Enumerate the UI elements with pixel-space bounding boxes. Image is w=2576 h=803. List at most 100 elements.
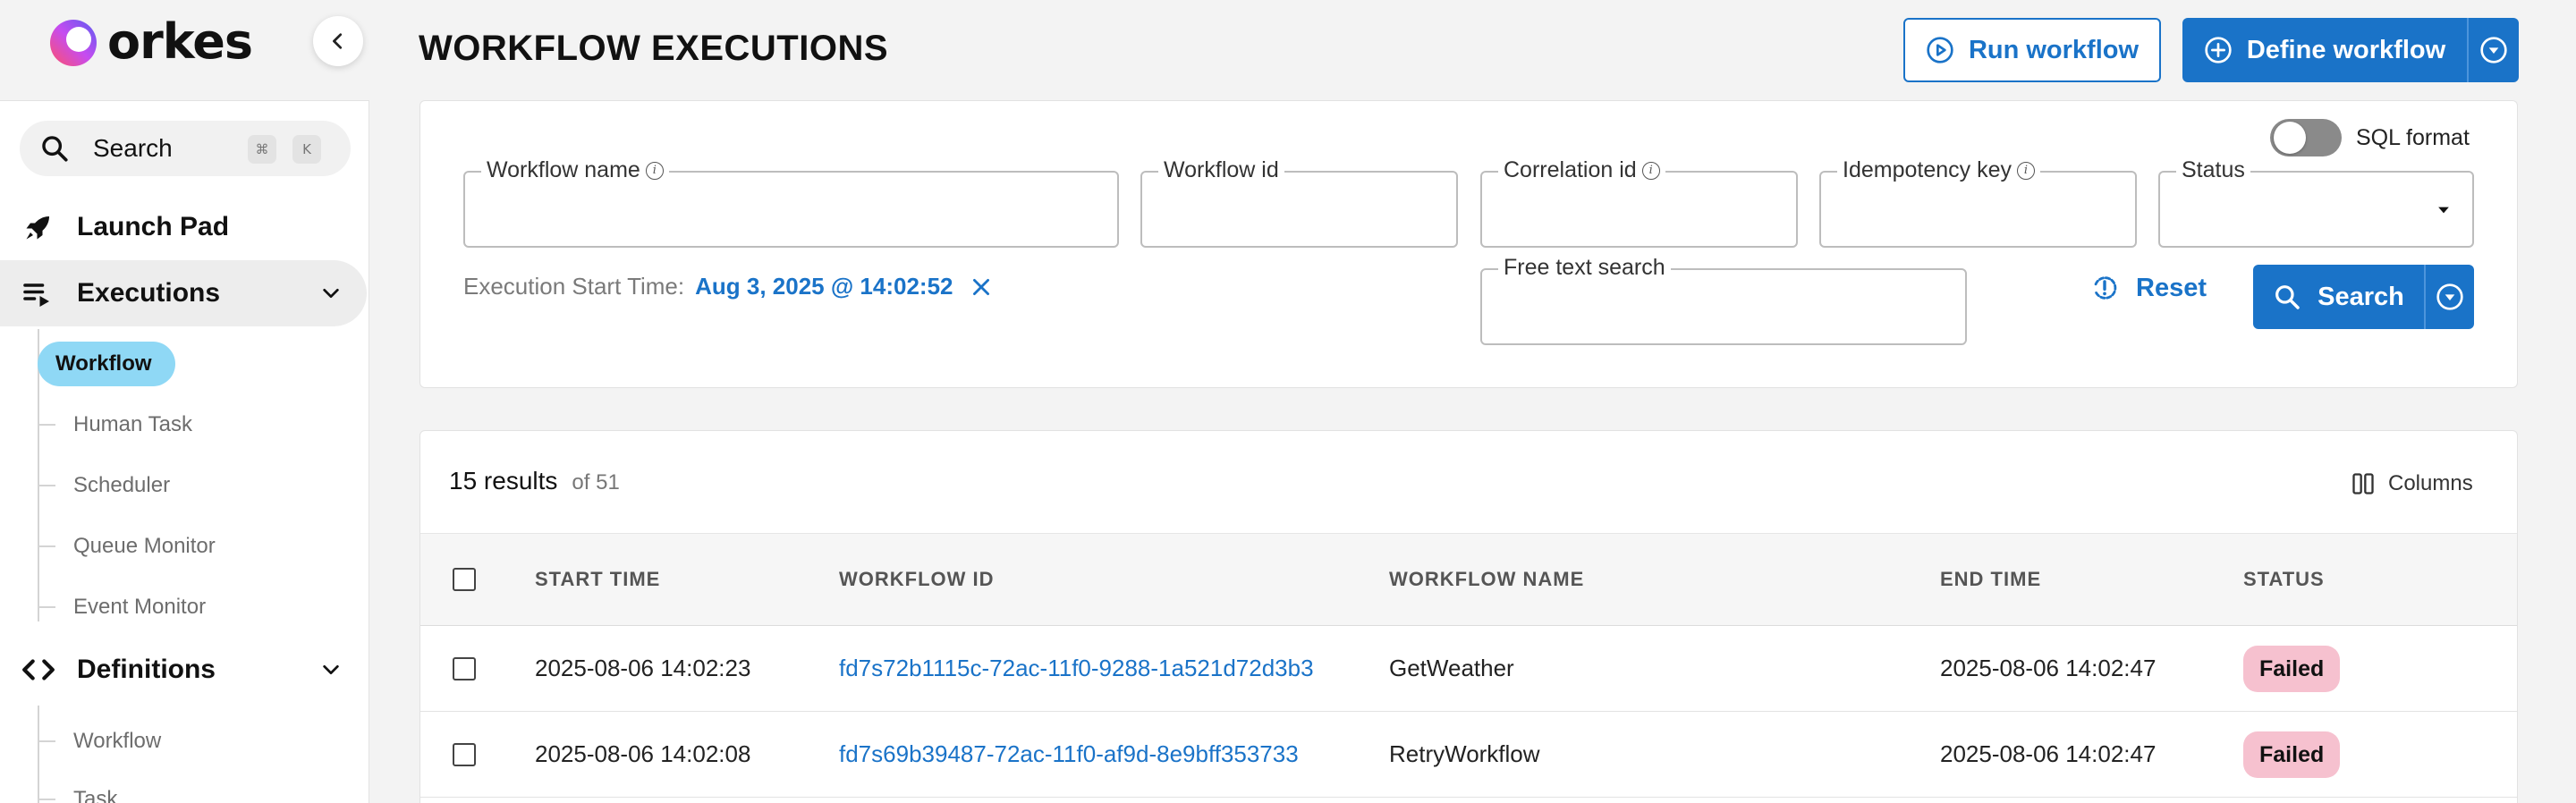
toggle-knob	[2274, 122, 2306, 154]
workflow-id-field[interactable]: Workflow id	[1140, 157, 1458, 248]
search-icon	[42, 136, 68, 162]
column-header-status[interactable]: STATUS	[2243, 568, 2325, 591]
toggle-switch[interactable]	[2270, 119, 2342, 156]
columns-button[interactable]: Columns	[2351, 470, 2473, 497]
reset-label: Reset	[2136, 273, 2207, 302]
close-icon[interactable]	[970, 275, 993, 299]
chevron-down-circle-icon	[2480, 37, 2507, 63]
cell-workflow-id-link[interactable]: fd7s72b1115c-72ac-11f0-9288-1a521d72d3b3	[839, 655, 1314, 682]
sql-format-label: SQL format	[2356, 124, 2470, 150]
sub-item-event-monitor[interactable]: Event Monitor	[38, 585, 224, 630]
search-icon	[2275, 285, 2300, 309]
search-button[interactable]: Search	[2253, 265, 2474, 329]
results-count: 15 results of 51	[449, 467, 620, 495]
code-icon	[21, 653, 55, 687]
correlation-id-label: Correlation id i	[1498, 157, 1665, 183]
nav-executions[interactable]: Executions	[0, 260, 367, 326]
orkes-logo[interactable]: orkes	[45, 13, 253, 70]
tree-branch	[38, 545, 55, 547]
sidebar-search[interactable]: Search ⌘ K	[20, 121, 351, 176]
filter-panel: SQL format Workflow name i Workflow id Co…	[419, 100, 2518, 388]
search-button-main[interactable]: Search	[2253, 283, 2424, 312]
info-icon: i	[1641, 161, 1660, 180]
idempotency-key-text: Idempotency key	[1843, 157, 2012, 182]
sub-item-human-task[interactable]: Human Task	[38, 402, 210, 447]
reset-button[interactable]: Reset	[2089, 273, 2207, 303]
columns-label: Columns	[2388, 471, 2473, 495]
chevron-down-icon	[318, 656, 344, 683]
nav-definitions[interactable]: Definitions	[0, 637, 369, 703]
define-workflow-label: Define workflow	[2246, 35, 2446, 64]
play-circle-icon	[1927, 37, 1953, 63]
define-workflow-button[interactable]: Define workflow	[2182, 18, 2519, 82]
free-text-search-field[interactable]: Free text search	[1480, 255, 1967, 345]
idempotency-key-field[interactable]: Idempotency key i	[1819, 157, 2137, 248]
sub-item-workflow-executions[interactable]: Workflow	[38, 342, 175, 386]
cell-workflow-name: RetryWorkflow	[1389, 740, 1540, 767]
nav-definitions-label: Definitions	[77, 655, 216, 684]
chevron-down-icon	[318, 280, 344, 307]
column-header-start-time[interactable]: START TIME	[535, 568, 660, 591]
correlation-id-field[interactable]: Correlation id i	[1480, 157, 1798, 248]
run-workflow-button[interactable]: Run workflow	[1903, 18, 2161, 82]
chevron-down-circle-icon	[2436, 283, 2463, 310]
columns-icon	[2352, 473, 2374, 494]
tree-branch	[38, 799, 55, 800]
collapse-sidebar-button[interactable]	[313, 16, 363, 66]
brand-name: orkes	[107, 13, 253, 70]
rocket-icon	[21, 210, 55, 244]
search-options-dropdown[interactable]	[2424, 265, 2474, 329]
plus-circle-icon	[2205, 37, 2232, 63]
sub-item-label: Workflow	[38, 342, 175, 386]
define-workflow-main[interactable]: Define workflow	[2182, 36, 2467, 65]
shortcut-cmd-key: ⌘	[248, 135, 276, 164]
cell-end-time: 2025-08-06 14:02:47	[1940, 655, 2157, 681]
cell-workflow-name: GetWeather	[1389, 655, 1514, 681]
nav-launch-pad[interactable]: Launch Pad	[0, 194, 369, 260]
select-all-checkbox[interactable]	[453, 568, 476, 591]
sub-item-label: Workflow	[73, 729, 162, 753]
execution-start-time-value[interactable]: Aug 3, 2025 @ 14:02:52	[695, 273, 953, 300]
define-workflow-dropdown[interactable]	[2467, 18, 2519, 82]
orkes-logo-icon	[50, 20, 97, 66]
sub-item-workflow-definitions[interactable]: Workflow	[38, 719, 179, 764]
cell-end-time: 2025-08-06 14:02:47	[1940, 740, 2157, 767]
tree-branch	[38, 424, 55, 426]
free-text-search-label: Free text search	[1498, 255, 1671, 281]
sub-item-scheduler[interactable]: Scheduler	[38, 463, 188, 508]
idempotency-key-label: Idempotency key i	[1837, 157, 2040, 183]
reset-icon	[2094, 276, 2117, 300]
table-row[interactable]: 2025-08-06 14:02:23 fd7s72b1115c-72ac-11…	[420, 626, 2517, 712]
status-label: Status	[2176, 157, 2250, 183]
info-icon: i	[2017, 161, 2035, 180]
sidebar-search-label: Search	[93, 134, 173, 162]
cell-start-time: 2025-08-06 14:02:23	[535, 655, 751, 681]
sub-item-label: Task	[73, 787, 118, 803]
cell-workflow-id-link[interactable]: fd7s69b39487-72ac-11f0-af9d-8e9bff353733	[839, 740, 1299, 768]
status-badge: Failed	[2243, 731, 2341, 778]
row-checkbox[interactable]	[453, 657, 476, 680]
sub-item-label: Event Monitor	[73, 595, 207, 619]
table-header: START TIME WORKFLOW ID WORKFLOW NAME END…	[420, 533, 2517, 626]
shortcut-k-key: K	[292, 135, 321, 164]
column-header-workflow-id[interactable]: WORKFLOW ID	[839, 568, 995, 591]
chevron-left-icon	[333, 33, 343, 49]
sub-item-label: Scheduler	[73, 473, 171, 497]
list-play-icon	[21, 276, 55, 310]
caret-down-icon	[2438, 207, 2449, 214]
results-count-value: 15 results	[449, 467, 558, 494]
sub-item-task-definitions[interactable]: Task	[38, 777, 135, 803]
workflow-name-field[interactable]: Workflow name i	[463, 157, 1119, 248]
column-header-end-time[interactable]: END TIME	[1940, 568, 2041, 591]
table-row[interactable]: 2025-08-06 14:02:08 fd7s69b39487-72ac-11…	[420, 712, 2517, 798]
sub-item-queue-monitor[interactable]: Queue Monitor	[38, 524, 233, 569]
results-total: of 51	[572, 470, 620, 494]
workflow-name-text: Workflow name	[487, 157, 640, 182]
status-select[interactable]: Status	[2158, 157, 2474, 248]
column-header-workflow-name[interactable]: WORKFLOW NAME	[1389, 568, 1584, 591]
execution-start-time: Execution Start Time: Aug 3, 2025 @ 14:0…	[463, 273, 993, 300]
sql-format-toggle[interactable]: SQL format	[2270, 119, 2470, 156]
row-checkbox[interactable]	[453, 743, 476, 766]
search-label: Search	[2318, 282, 2404, 311]
page-title: WORKFLOW EXECUTIONS	[419, 29, 889, 68]
